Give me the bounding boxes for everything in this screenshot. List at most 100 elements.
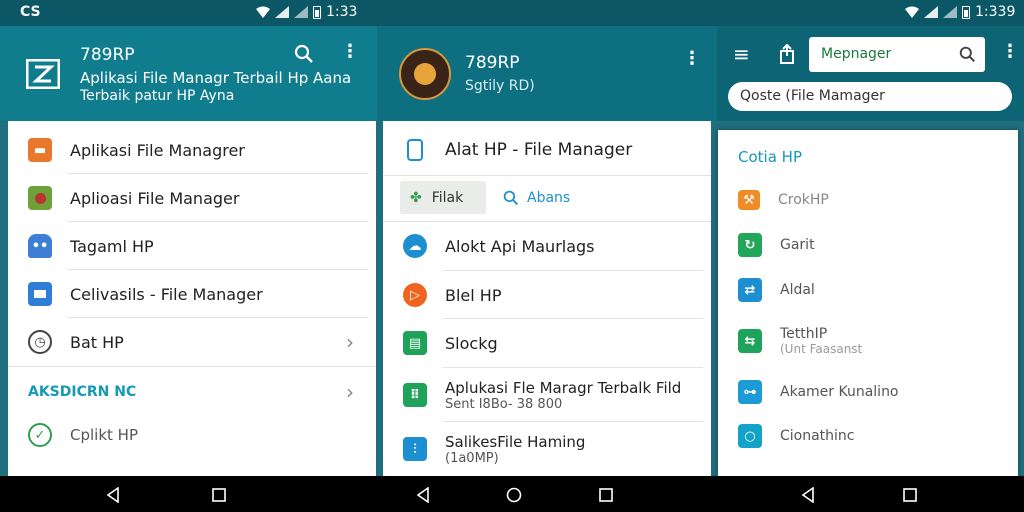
- list-item-label: SalikesFile Haming: [445, 432, 586, 451]
- recents-icon[interactable]: [902, 487, 918, 503]
- recents-icon[interactable]: [598, 487, 614, 503]
- secondary-search-input[interactable]: Qoste (File Mamager: [740, 88, 885, 104]
- divider: [8, 366, 376, 367]
- share-icon[interactable]: [779, 44, 795, 64]
- list-item-label: Aplikasi File Managrer: [70, 140, 245, 160]
- bug-icon: [28, 186, 52, 210]
- section-header[interactable]: AKSDICRN NC ›: [8, 368, 376, 416]
- list-item[interactable]: ✓ Cplikt HP: [8, 411, 376, 459]
- divider: [443, 421, 703, 422]
- folder-icon: [28, 282, 52, 306]
- divider: [383, 175, 711, 176]
- app-subtitle-secondary: Terbaik patur HP Ayna: [80, 88, 235, 104]
- section-title: Cotia HP: [738, 148, 802, 166]
- list-item[interactable]: ⫶ SalikesFile Haming (1a0MP): [383, 423, 711, 475]
- status-icons-left: 1:33: [256, 4, 357, 20]
- list-item-label: Cionathinc: [780, 428, 855, 444]
- status-time: 1:33: [326, 4, 358, 20]
- signal-icon: [294, 6, 308, 18]
- share-icon: ⇄: [738, 278, 762, 302]
- briefcase-icon: ▬: [28, 138, 52, 162]
- list-item[interactable]: ⠿ Aplukasi Fle Maragr Terbalk Fild Sent …: [383, 369, 711, 421]
- app-bar-1: 789RP Aplikasi File Managr Terbail Hp Aa…: [0, 26, 377, 121]
- list-item-sublabel: Sent I8Bo- 38 800: [445, 396, 563, 412]
- back-icon[interactable]: [105, 487, 121, 503]
- refresh-icon: ↻: [738, 233, 762, 257]
- leaf-icon: ✓: [28, 423, 52, 447]
- back-icon[interactable]: [415, 487, 431, 503]
- wifi-icon: [256, 6, 270, 18]
- system-nav-bar: [0, 476, 1024, 512]
- wifi-icon: [905, 6, 919, 18]
- search-chip[interactable]: Abans: [503, 181, 570, 214]
- list-item-label: CrokHP: [778, 192, 829, 208]
- filter-chip[interactable]: ✤ Filak: [400, 181, 486, 214]
- secondary-search-field[interactable]: Qoste (File Mamager: [728, 82, 1012, 111]
- back-icon[interactable]: [800, 487, 816, 503]
- list-item-header[interactable]: Alat HP - File Manager: [383, 126, 711, 174]
- list-item-label: Tagaml HP: [70, 236, 154, 256]
- app-title: 789RP: [80, 45, 135, 65]
- recents-icon[interactable]: [211, 487, 227, 503]
- search-icon: [503, 190, 519, 205]
- sheet-icon: ▤: [403, 331, 427, 355]
- search-chip-label: Abans: [527, 189, 571, 206]
- list-item-label: Slockg: [445, 333, 498, 353]
- list-item[interactable]: Aplioasi File Manager: [8, 174, 376, 222]
- list-item-label: TetthIP: [780, 326, 828, 342]
- app-bar-3: ≡ Mepnager ⋮ Qoste (File Mamager: [717, 26, 1024, 121]
- robot-icon: ••: [28, 234, 52, 258]
- app-subtitle: Aplikasi File Managr Terbail Hp Aana: [80, 69, 352, 87]
- list-item[interactable]: ⊶ Akamer Kunalino: [718, 370, 1018, 414]
- home-icon[interactable]: [506, 487, 522, 503]
- app-subtitle: Sgtily RD): [465, 78, 535, 94]
- avatar-emblem-icon: [414, 63, 436, 85]
- list-item-label: Alat HP - File Manager: [445, 140, 633, 160]
- section-title: AKSDICRN NC: [28, 384, 137, 400]
- search-icon[interactable]: [959, 46, 976, 63]
- tools-icon: ⚒: [738, 190, 760, 210]
- list-item-label: Aplukasi Fle Maragr Terbalk Fild: [445, 378, 682, 397]
- list-item-label: Cplikt HP: [70, 426, 138, 444]
- grid-icon: ⠿: [403, 383, 427, 407]
- list-item[interactable]: ▷ Blel HP: [383, 271, 711, 319]
- overflow-menu-icon[interactable]: ⋮: [683, 48, 701, 69]
- list-item[interactable]: •• Tagaml HP: [8, 222, 376, 270]
- status-time: 1:339: [975, 4, 1016, 20]
- link-icon: ⊶: [738, 380, 762, 404]
- panel-cotia-hp: Cotia HP ⚒ CrokHP ↻ Garit ⇄ Aldal ⇆ Tett…: [718, 130, 1018, 476]
- list-item[interactable]: Celivasils - File Manager: [8, 270, 376, 318]
- battery-icon: [962, 5, 970, 19]
- list-item[interactable]: ◷ Bat HP ›: [8, 318, 376, 366]
- app-notification-icon: CS: [20, 4, 41, 20]
- circle-icon: ○: [738, 424, 762, 448]
- hamburger-menu-icon[interactable]: ≡: [733, 42, 750, 66]
- divider: [443, 367, 703, 368]
- play-icon: ▷: [403, 283, 427, 307]
- overflow-menu-icon[interactable]: ⋮: [341, 41, 359, 62]
- battery-icon: [313, 5, 321, 19]
- chevron-right-icon: ›: [346, 330, 354, 354]
- signal-icon: [943, 6, 957, 18]
- list-item-label: Alokt Api Maurlags: [445, 236, 595, 256]
- list-item[interactable]: ☁ Alokt Api Maurlags: [383, 222, 711, 270]
- list-item-label: Garit: [780, 237, 815, 253]
- app-logo-icon: [26, 59, 60, 89]
- app-bar-2: 789RP Sgtily RD) ⋮: [377, 26, 717, 121]
- overflow-menu-icon[interactable]: ⋮: [1001, 41, 1019, 62]
- list-item[interactable]: ▤ Slockg: [383, 319, 711, 367]
- list-item[interactable]: ⚒ CrokHP: [718, 178, 1018, 222]
- avatar[interactable]: [399, 48, 451, 100]
- list-item-label: Akamer Kunalino: [780, 384, 899, 400]
- list-item[interactable]: ▬ Aplikasi File Managrer: [8, 126, 376, 174]
- status-bar: CS 1:33 1:339: [0, 0, 1024, 26]
- list-item[interactable]: ↻ Garit: [718, 223, 1018, 267]
- list-item[interactable]: ⇄ Aldal: [718, 268, 1018, 312]
- search-icon[interactable]: [294, 44, 314, 64]
- list-item[interactable]: ⇆ TetthIP (Unt Faasanst: [718, 316, 1018, 366]
- search-input[interactable]: Mepnager: [821, 46, 891, 62]
- list-item-label: Aldal: [780, 282, 815, 298]
- list-item[interactable]: ○ Cionathinc: [718, 414, 1018, 458]
- list-item-sublabel: (Unt Faasanst: [780, 342, 863, 356]
- search-field[interactable]: Mepnager: [809, 37, 985, 72]
